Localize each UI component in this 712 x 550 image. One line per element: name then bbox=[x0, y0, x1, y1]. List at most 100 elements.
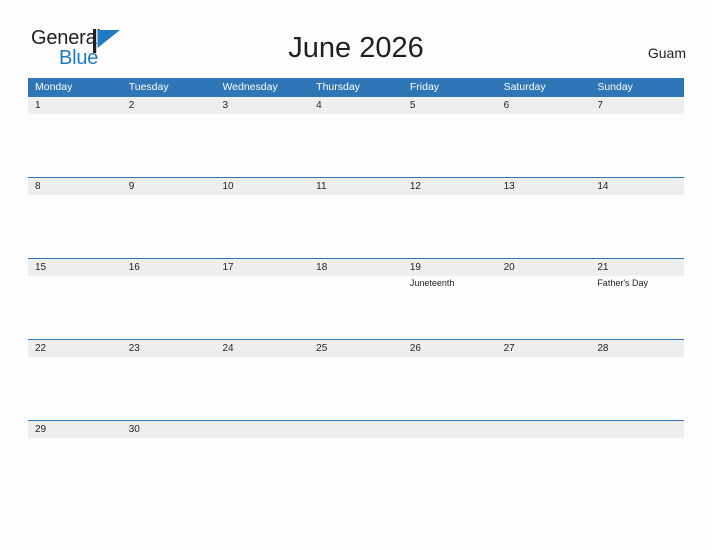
day-cell[interactable]: 25 bbox=[309, 340, 403, 420]
day-number: 15 bbox=[35, 262, 47, 273]
day-cell[interactable] bbox=[590, 421, 684, 501]
day-number: 10 bbox=[222, 181, 234, 192]
day-cell[interactable]: 13 bbox=[497, 178, 591, 258]
day-cell[interactable] bbox=[497, 421, 591, 501]
day-number: 29 bbox=[35, 424, 47, 435]
day-events bbox=[410, 438, 497, 439]
day-number: 21 bbox=[597, 262, 609, 273]
day-cell[interactable]: 12 bbox=[403, 178, 497, 258]
calendar-week-row: 22 23 24 25 26 27 28 bbox=[28, 339, 684, 420]
day-events bbox=[316, 195, 403, 196]
day-cell[interactable]: 6 bbox=[497, 97, 591, 177]
day-cell[interactable]: 29 bbox=[28, 421, 122, 501]
day-events bbox=[222, 357, 309, 358]
day-number: 16 bbox=[128, 262, 140, 273]
day-number: 14 bbox=[597, 181, 609, 192]
day-number: 12 bbox=[409, 181, 421, 192]
day-events bbox=[129, 276, 216, 277]
calendar-grid: Monday Tuesday Wednesday Thursday Friday… bbox=[28, 78, 684, 501]
day-cell[interactable]: 16 bbox=[122, 259, 216, 339]
day-number bbox=[222, 421, 309, 438]
day-number: 20 bbox=[503, 262, 515, 273]
day-events bbox=[35, 114, 122, 115]
day-number: 13 bbox=[503, 181, 515, 192]
day-cell[interactable]: 21 Father's Day bbox=[590, 259, 684, 339]
day-cell[interactable]: 10 bbox=[215, 178, 309, 258]
day-cell[interactable]: 28 bbox=[590, 340, 684, 420]
day-cell[interactable] bbox=[309, 421, 403, 501]
day-events bbox=[504, 114, 591, 115]
day-cell[interactable]: 19 Juneteenth bbox=[403, 259, 497, 339]
day-number: 5 bbox=[409, 100, 416, 111]
calendar-week-row: 1 2 3 4 5 6 7 bbox=[28, 97, 684, 177]
day-number: 23 bbox=[128, 343, 140, 354]
day-events bbox=[504, 195, 591, 196]
day-number: 24 bbox=[222, 343, 234, 354]
day-events bbox=[316, 276, 403, 277]
day-cell[interactable] bbox=[403, 421, 497, 501]
day-number: 30 bbox=[128, 424, 140, 435]
page-title: June 2026 bbox=[288, 32, 424, 64]
day-events bbox=[35, 438, 122, 439]
day-events bbox=[222, 276, 309, 277]
weekday-header-row: Monday Tuesday Wednesday Thursday Friday… bbox=[28, 78, 684, 97]
region-label: Guam bbox=[647, 45, 686, 61]
day-cell[interactable]: 18 bbox=[309, 259, 403, 339]
page-header: General Blue June 2026 Guam bbox=[0, 0, 712, 76]
day-cell[interactable]: 15 bbox=[28, 259, 122, 339]
day-cell[interactable] bbox=[215, 421, 309, 501]
day-number: 22 bbox=[35, 343, 47, 354]
day-events bbox=[504, 357, 591, 358]
day-number: 11 bbox=[316, 181, 327, 192]
day-cell[interactable]: 23 bbox=[122, 340, 216, 420]
day-cell[interactable]: 26 bbox=[403, 340, 497, 420]
weekday-header-monday: Monday bbox=[35, 81, 73, 93]
day-number: 4 bbox=[316, 100, 322, 111]
day-events bbox=[316, 438, 403, 439]
weekday-header-wednesday: Wednesday bbox=[222, 81, 278, 93]
day-events bbox=[316, 114, 403, 115]
day-number: 17 bbox=[222, 262, 234, 273]
day-number bbox=[597, 421, 684, 438]
day-events bbox=[222, 114, 309, 115]
day-cell[interactable]: 7 bbox=[590, 97, 684, 177]
day-cell[interactable]: 20 bbox=[497, 259, 591, 339]
weekday-header-saturday: Saturday bbox=[503, 81, 546, 93]
day-number: 25 bbox=[316, 343, 328, 354]
day-cell[interactable]: 14 bbox=[590, 178, 684, 258]
day-cell[interactable]: 8 bbox=[28, 178, 122, 258]
day-cell[interactable]: 22 bbox=[28, 340, 122, 420]
day-cell[interactable]: 17 bbox=[215, 259, 309, 339]
day-events bbox=[597, 438, 684, 439]
day-event: Juneteenth bbox=[409, 278, 455, 288]
weekday-header-tuesday: Tuesday bbox=[128, 81, 169, 93]
day-events bbox=[129, 357, 216, 358]
day-number bbox=[410, 421, 497, 438]
day-events bbox=[222, 195, 309, 196]
day-number: 7 bbox=[597, 100, 603, 111]
day-cell[interactable]: 5 bbox=[403, 97, 497, 177]
day-cell[interactable]: 11 bbox=[309, 178, 403, 258]
day-number: 3 bbox=[222, 100, 228, 111]
day-cell[interactable]: 3 bbox=[215, 97, 309, 177]
day-number bbox=[504, 421, 591, 438]
day-cell[interactable]: 27 bbox=[497, 340, 591, 420]
day-events bbox=[597, 195, 684, 196]
day-cell[interactable]: 9 bbox=[122, 178, 216, 258]
day-events bbox=[597, 357, 684, 358]
day-events bbox=[35, 276, 122, 277]
day-cell[interactable]: 4 bbox=[309, 97, 403, 177]
weekday-header-sunday: Sunday bbox=[597, 81, 633, 93]
day-events bbox=[410, 195, 497, 196]
day-cell[interactable]: 2 bbox=[122, 97, 216, 177]
day-cell[interactable]: 1 bbox=[28, 97, 122, 177]
day-number: 1 bbox=[35, 100, 41, 111]
weekday-header-thursday: Thursday bbox=[316, 81, 360, 93]
day-events: Juneteenth bbox=[410, 276, 497, 289]
day-number: 8 bbox=[35, 181, 41, 192]
day-events bbox=[504, 276, 591, 277]
day-events bbox=[35, 357, 122, 358]
day-events bbox=[129, 438, 216, 439]
day-cell[interactable]: 30 bbox=[122, 421, 216, 501]
day-cell[interactable]: 24 bbox=[215, 340, 309, 420]
